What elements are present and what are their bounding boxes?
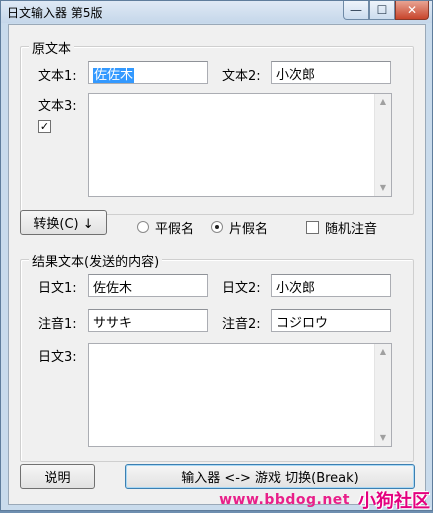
text1-label: 文本1: [38,69,77,84]
window-title: 日文输入器 第5版 [7,6,103,20]
jp1-label: 日文1: [38,281,77,296]
minimize-button[interactable]: — [343,1,369,20]
text3-checkbox[interactable]: ✓ [38,120,51,133]
random-reading-label: 随机注音 [325,222,378,237]
site-watermark: www.bbdog.net 小狗社区 [141,487,433,512]
text2-value: 小次郎 [276,68,316,83]
scroll-up-icon[interactable]: ▲ [375,344,391,360]
app-window: 日文输入器 第5版 — ☐ ✕ 原文本 文本1: 佐佐木 文本2: 小次郎 文本… [0,0,433,512]
jp3-label: 日文3: [38,350,77,365]
jp1-value: 佐佐木 [93,281,133,296]
text3-textarea[interactable]: ▲ ▼ [88,93,392,197]
note1-label: 注音1: [38,317,77,332]
toggle-game-button[interactable]: 输入器 <-> 游戏 切换(Break) [125,464,415,489]
result-group-label: 结果文本(发送的内容) [29,251,163,270]
hiragana-label: 平假名 [155,222,195,237]
note1-value: ササキ [93,316,133,331]
scroll-down-icon[interactable]: ▼ [375,180,391,196]
maximize-button[interactable]: ☐ [369,1,395,20]
watermark-brand: 小狗社区 [358,490,430,512]
note2-input[interactable]: コジロウ [271,309,391,332]
katakana-label: 片假名 [229,222,269,237]
note2-value: コジロウ [276,316,329,331]
note1-input[interactable]: ササキ [88,309,208,332]
text3-scrollbar[interactable]: ▲ ▼ [374,94,391,196]
katakana-radio[interactable] [211,221,223,233]
close-button[interactable]: ✕ [395,1,429,20]
help-button[interactable]: 说明 [20,464,95,489]
jp2-input[interactable]: 小次郎 [271,274,391,297]
jp1-input[interactable]: 佐佐木 [88,274,208,297]
convert-button[interactable]: 转换(C) ↓ [20,210,107,235]
watermark-url: www.bbdog.net [219,491,350,508]
text3-label: 文本3: [38,99,77,114]
text2-label: 文本2: [222,69,261,84]
title-bar[interactable]: 日文输入器 第5版 — ☐ ✕ [1,1,432,23]
text1-input[interactable]: 佐佐木 [88,61,208,84]
source-group-label: 原文本 [29,38,75,57]
text2-input[interactable]: 小次郎 [271,61,391,84]
scroll-up-icon[interactable]: ▲ [375,94,391,110]
text1-value: 佐佐木 [93,68,135,83]
jp3-scrollbar[interactable]: ▲ ▼ [374,344,391,446]
jp3-textarea[interactable]: ▲ ▼ [88,343,392,447]
note2-label: 注音2: [222,317,261,332]
scroll-down-icon[interactable]: ▼ [375,430,391,446]
jp2-label: 日文2: [222,281,261,296]
hiragana-radio[interactable] [137,221,149,233]
jp2-value: 小次郎 [276,281,316,296]
dialog-client: 原文本 文本1: 佐佐木 文本2: 小次郎 文本3: ✓ ▲ ▼ 转换(C) ↓… [8,24,426,505]
random-reading-checkbox[interactable] [306,221,319,234]
